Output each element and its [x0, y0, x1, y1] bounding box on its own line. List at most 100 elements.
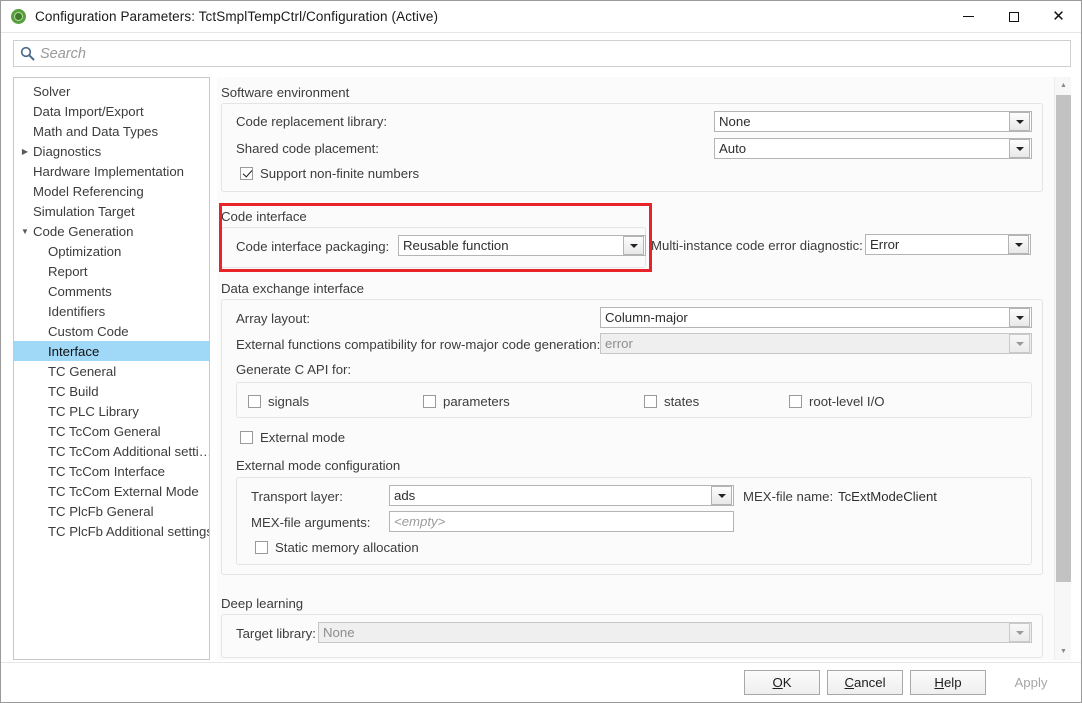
sidebar-item-tc-plcfb-additional-settings[interactable]: TC PlcFb Additional settings: [14, 521, 209, 541]
c-api-parameters-checkbox[interactable]: parameters: [423, 394, 510, 409]
mex-file-arguments-label: MEX-file arguments:: [251, 515, 371, 530]
help-label: Help: [934, 675, 962, 690]
code-replacement-library-combo[interactable]: None: [714, 111, 1032, 132]
ok-label: OK: [772, 675, 792, 690]
scroll-up-icon[interactable]: ▲: [1055, 77, 1071, 94]
array-layout-combo[interactable]: Column-major: [600, 307, 1032, 328]
sidebar-item-data-import-export[interactable]: Data Import/Export: [14, 101, 209, 121]
sidebar-item-tc-build[interactable]: TC Build: [14, 381, 209, 401]
simulink-icon: [10, 8, 28, 26]
target-library-combo[interactable]: None: [318, 622, 1032, 643]
apply-button[interactable]: Apply: [993, 670, 1069, 695]
external-mode-configuration-box: Transport layer: ads MEX-file name: TcEx…: [236, 477, 1032, 565]
c-api-signals-checkbox[interactable]: signals: [248, 394, 309, 409]
content-scrollbar[interactable]: ▲ ▼: [1054, 77, 1071, 660]
sidebar-item-solver[interactable]: Solver: [14, 81, 209, 101]
shared-code-placement-combo[interactable]: Auto: [714, 138, 1032, 159]
sidebar-item-label: TC TcCom External Mode: [48, 483, 199, 499]
maximize-button[interactable]: [991, 1, 1036, 32]
sidebar-item-simulation-target[interactable]: Simulation Target: [14, 201, 209, 221]
chevron-right-icon[interactable]: ▶: [18, 141, 32, 161]
checkbox-box: [240, 431, 253, 444]
c-api-states-checkbox[interactable]: states: [644, 394, 699, 409]
sidebar-item-interface[interactable]: Interface: [14, 341, 209, 361]
chevron-down-icon[interactable]: [1009, 623, 1030, 642]
support-non-finite-numbers-checkbox[interactable]: Support non-finite numbers: [240, 166, 419, 181]
multi-instance-code-error-diagnostic-combo[interactable]: Error: [865, 234, 1031, 255]
dialog-buttons: OK Cancel Help Apply: [744, 670, 1069, 695]
sidebar-item-label: TC PlcFb General: [48, 503, 154, 519]
sidebar-item-model-referencing[interactable]: Model Referencing: [14, 181, 209, 201]
sidebar-item-label: TC TcCom General: [48, 423, 161, 439]
close-button[interactable]: ✕: [1036, 1, 1081, 32]
sidebar-item-tc-tccom-external-mode[interactable]: TC TcCom External Mode: [14, 481, 209, 501]
mex-file-arguments-input[interactable]: <empty>: [389, 511, 734, 532]
sidebar-item-tc-plcfb-general[interactable]: TC PlcFb General: [14, 501, 209, 521]
sidebar-item-custom-code[interactable]: Custom Code: [14, 321, 209, 341]
scroll-down-icon[interactable]: ▼: [1055, 643, 1071, 660]
sidebar-item-math-and-data-types[interactable]: Math and Data Types: [14, 121, 209, 141]
sidebar-item-label: Identifiers: [48, 303, 106, 319]
sidebar-item-label: Model Referencing: [33, 183, 144, 199]
sidebar-item-label: Comments: [48, 283, 112, 299]
ok-button[interactable]: OK: [744, 670, 820, 695]
window-controls: ✕: [946, 1, 1081, 32]
help-button[interactable]: Help: [910, 670, 986, 695]
c-api-states-label: states: [664, 394, 700, 409]
chevron-down-icon[interactable]: ▼: [18, 221, 32, 241]
minimize-button[interactable]: [946, 1, 991, 32]
sidebar-item-tc-tccom-additional-setti[interactable]: TC TcCom Additional setti…: [14, 441, 209, 461]
search-bar[interactable]: [13, 40, 1071, 67]
external-functions-compatibility-value: error: [605, 336, 633, 351]
sidebar-item-label: Solver: [33, 83, 71, 99]
sidebar-item-optimization[interactable]: Optimization: [14, 241, 209, 261]
sidebar-item-identifiers[interactable]: Identifiers: [14, 301, 209, 321]
generate-c-api-label: Generate C API for:: [236, 362, 352, 377]
mex-file-name-label: MEX-file name:: [743, 489, 834, 504]
sidebar-item-diagnostics[interactable]: ▶ Diagnostics: [14, 141, 209, 161]
sidebar-item-tc-tccom-general[interactable]: TC TcCom General: [14, 421, 209, 441]
external-mode-checkbox[interactable]: External mode: [240, 430, 345, 445]
sidebar-item-label: Simulation Target: [33, 203, 135, 219]
external-functions-compatibility-combo[interactable]: error: [600, 333, 1032, 354]
chevron-down-icon[interactable]: [623, 236, 644, 255]
sidebar-item-tc-general[interactable]: TC General: [14, 361, 209, 381]
sidebar-item-tc-plc-library[interactable]: TC PLC Library: [14, 401, 209, 421]
chevron-down-icon[interactable]: [1009, 139, 1030, 158]
array-layout-label: Array layout:: [236, 311, 311, 326]
support-non-finite-numbers-label: Support non-finite numbers: [260, 166, 420, 181]
configuration-parameters-dialog: Configuration Parameters: TctSmplTempCtr…: [0, 0, 1082, 703]
sidebar-item-hardware-implementation[interactable]: Hardware Implementation: [14, 161, 209, 181]
sidebar-item-tc-tccom-interface[interactable]: TC TcCom Interface: [14, 461, 209, 481]
chevron-down-icon[interactable]: [711, 486, 732, 505]
cancel-button[interactable]: Cancel: [827, 670, 903, 695]
settings-tree[interactable]: Solver Data Import/Export Math and Data Ty…: [13, 77, 210, 660]
multi-instance-code-error-diagnostic-value: Error: [870, 237, 900, 252]
software-environment-section: Software environment Code replacement li…: [221, 85, 1043, 192]
search-input[interactable]: [40, 42, 1070, 65]
sidebar-item-label: Report: [48, 263, 88, 279]
code-replacement-library-label: Code replacement library:: [236, 114, 387, 129]
static-memory-allocation-checkbox[interactable]: Static memory allocation: [255, 540, 419, 555]
sidebar-item-code-generation[interactable]: ▼ Code Generation: [14, 221, 209, 241]
data-exchange-interface-box: Array layout: Column-major External func…: [221, 299, 1043, 575]
apply-label: Apply: [1014, 675, 1048, 690]
code-interface-title: Code interface: [221, 209, 307, 224]
chevron-down-icon[interactable]: [1009, 308, 1030, 327]
generate-c-api-box: signals parameters states root-level I/O: [236, 382, 1032, 418]
maximize-icon: [1008, 11, 1019, 22]
minimize-icon: [963, 16, 974, 17]
array-layout-value: Column-major: [605, 310, 688, 325]
sidebar-item-label: Hardware Implementation: [33, 163, 184, 179]
sidebar-item-comments[interactable]: Comments: [14, 281, 209, 301]
sidebar-item-report[interactable]: Report: [14, 261, 209, 281]
chevron-down-icon[interactable]: [1008, 235, 1029, 254]
c-api-root-level-io-label: root-level I/O: [809, 394, 885, 409]
transport-layer-combo[interactable]: ads: [389, 485, 734, 506]
chevron-down-icon[interactable]: [1009, 334, 1030, 353]
c-api-root-level-io-checkbox[interactable]: root-level I/O: [789, 394, 885, 409]
scrollbar-thumb[interactable]: [1056, 95, 1071, 582]
code-interface-packaging-combo[interactable]: Reusable function: [398, 235, 646, 256]
chevron-down-icon[interactable]: [1009, 112, 1030, 131]
settings-content-pane: ▲ ▼ Software environment Code replacemen…: [217, 77, 1071, 660]
